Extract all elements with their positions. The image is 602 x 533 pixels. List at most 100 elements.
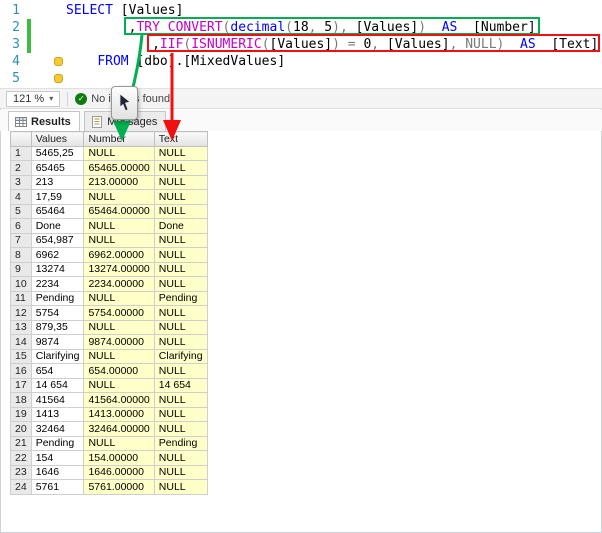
grid-cell-number[interactable]: NULL (84, 436, 154, 451)
grid-cell-values[interactable]: 1413 (31, 407, 84, 422)
grid-row-header[interactable]: 14 (11, 335, 32, 350)
grid-cell-values[interactable]: 32464 (31, 422, 84, 437)
grid-col-header-values[interactable]: Values (31, 132, 84, 147)
grid-cell-text[interactable]: Done (154, 219, 207, 234)
grid-cell-number[interactable]: 1413.00000 (84, 407, 154, 422)
grid-cell-text[interactable]: NULL (154, 262, 207, 277)
grid-cell-text[interactable]: NULL (154, 204, 207, 219)
grid-cell-text[interactable]: NULL (154, 146, 207, 161)
grid-row-header[interactable]: 4 (11, 190, 32, 205)
sql-editor[interactable]: 12345 SELECT [Values] ,TRY_CONVERT(decim… (0, 0, 602, 88)
grid-cell-number[interactable]: NULL (84, 146, 154, 161)
grid-cell-number[interactable]: NULL (84, 219, 154, 234)
grid-cell-number[interactable]: NULL (84, 378, 154, 393)
grid-cell-values[interactable]: 9874 (31, 335, 84, 350)
grid-cell-number[interactable]: NULL (84, 190, 154, 205)
grid-cell-number[interactable]: 213.00000 (84, 175, 154, 190)
code-line[interactable]: ,IIF(ISNUMERIC([Values]) = 0, [Values], … (66, 36, 598, 53)
grid-row-header[interactable]: 19 (11, 407, 32, 422)
grid-cell-number[interactable]: 5754.00000 (84, 306, 154, 321)
grid-cell-values[interactable]: 13274 (31, 262, 84, 277)
grid-cell-text[interactable]: NULL (154, 320, 207, 335)
grid-row-header[interactable]: 1 (11, 146, 32, 161)
grid-row-header[interactable]: 16 (11, 364, 32, 379)
grid-cell-values[interactable]: 879,35 (31, 320, 84, 335)
grid-row-header[interactable]: 8 (11, 248, 32, 263)
code-line[interactable] (66, 70, 598, 87)
grid-cell-number[interactable]: 41564.00000 (84, 393, 154, 408)
grid-cell-text[interactable]: Pending (154, 291, 207, 306)
grid-row-header[interactable]: 2 (11, 161, 32, 176)
grid-row-header[interactable]: 7 (11, 233, 32, 248)
grid-row-header[interactable]: 13 (11, 320, 32, 335)
grid-cell-text[interactable]: NULL (154, 233, 207, 248)
grid-cell-values[interactable]: 6962 (31, 248, 84, 263)
grid-cell-number[interactable]: 65465.00000 (84, 161, 154, 176)
grid-cell-number[interactable]: 6962.00000 (84, 248, 154, 263)
grid-col-header-text[interactable]: Text (154, 132, 207, 147)
grid-cell-number[interactable]: NULL (84, 233, 154, 248)
grid-cell-number[interactable]: NULL (84, 349, 154, 364)
grid-cell-text[interactable]: NULL (154, 364, 207, 379)
grid-cell-number[interactable]: 13274.00000 (84, 262, 154, 277)
grid-cell-values[interactable]: 41564 (31, 393, 84, 408)
code-lines[interactable]: SELECT [Values] ,TRY_CONVERT(decimal(18,… (66, 2, 598, 87)
grid-cell-values[interactable]: Done (31, 219, 84, 234)
grid-row-header[interactable]: 5 (11, 204, 32, 219)
grid-cell-number[interactable]: 9874.00000 (84, 335, 154, 350)
grid-cell-values[interactable]: 2234 (31, 277, 84, 292)
grid-cell-text[interactable]: NULL (154, 335, 207, 350)
grid-cell-values[interactable]: Pending (31, 291, 84, 306)
grid-row-header[interactable]: 24 (11, 480, 32, 495)
grid-row-header[interactable]: 23 (11, 465, 32, 480)
grid-cell-text[interactable]: NULL (154, 465, 207, 480)
grid-cell-values[interactable]: 5754 (31, 306, 84, 321)
grid-row-header[interactable]: 12 (11, 306, 32, 321)
line-numbers[interactable]: 12345 (0, 2, 20, 87)
grid-cell-number[interactable]: 5761.00000 (84, 480, 154, 495)
grid-cell-values[interactable]: 65464 (31, 204, 84, 219)
grid-cell-values[interactable]: 654 (31, 364, 84, 379)
code-line[interactable]: FROM [dbo].[MixedValues] (66, 53, 598, 70)
grid-cell-number[interactable]: 1646.00000 (84, 465, 154, 480)
code-line[interactable]: ,TRY_CONVERT(decimal(18, 5), [Values]) A… (66, 19, 598, 36)
grid-cell-text[interactable]: Pending (154, 436, 207, 451)
grid-row-header[interactable]: 20 (11, 422, 32, 437)
grid-cell-text[interactable]: NULL (154, 306, 207, 321)
grid-cell-values[interactable]: Clarifying (31, 349, 84, 364)
grid-row-header[interactable]: 15 (11, 349, 32, 364)
grid-cell-text[interactable]: NULL (154, 248, 207, 263)
grid-cell-number[interactable]: NULL (84, 320, 154, 335)
grid-cell-text[interactable]: NULL (154, 277, 207, 292)
grid-cell-number[interactable]: 154.00000 (84, 451, 154, 466)
grid-cell-values[interactable]: 65465 (31, 161, 84, 176)
grid-cell-values[interactable]: 213 (31, 175, 84, 190)
grid-cell-values[interactable]: 14 654 (31, 378, 84, 393)
grid-col-header-number[interactable]: Number (84, 132, 154, 147)
zoom-dropdown[interactable]: 121 % ▾ (6, 91, 60, 107)
grid-cell-number[interactable]: 65464.00000 (84, 204, 154, 219)
grid-cell-text[interactable]: NULL (154, 175, 207, 190)
grid-cell-values[interactable]: 5761 (31, 480, 84, 495)
grid-cell-values[interactable]: Pending (31, 436, 84, 451)
grid-cell-values[interactable]: 1646 (31, 465, 84, 480)
grid-corner[interactable] (11, 132, 32, 147)
grid-cell-text[interactable]: NULL (154, 422, 207, 437)
grid-cell-text[interactable]: NULL (154, 190, 207, 205)
grid-cell-text[interactable]: Clarifying (154, 349, 207, 364)
grid-cell-number[interactable]: 654.00000 (84, 364, 154, 379)
grid-cell-number[interactable]: NULL (84, 291, 154, 306)
grid-row-header[interactable]: 17 (11, 378, 32, 393)
code-line[interactable]: SELECT [Values] (66, 2, 598, 19)
grid-cell-text[interactable]: NULL (154, 451, 207, 466)
grid-row-header[interactable]: 10 (11, 277, 32, 292)
grid-cell-number[interactable]: 2234.00000 (84, 277, 154, 292)
grid-row-header[interactable]: 11 (11, 291, 32, 306)
grid-cell-values[interactable]: 654,987 (31, 233, 84, 248)
grid-cell-text[interactable]: NULL (154, 480, 207, 495)
grid-cell-number[interactable]: 32464.00000 (84, 422, 154, 437)
grid-cell-text[interactable]: NULL (154, 407, 207, 422)
grid-row-header[interactable]: 21 (11, 436, 32, 451)
grid-row-header[interactable]: 22 (11, 451, 32, 466)
grid-cell-values[interactable]: 17,59 (31, 190, 84, 205)
